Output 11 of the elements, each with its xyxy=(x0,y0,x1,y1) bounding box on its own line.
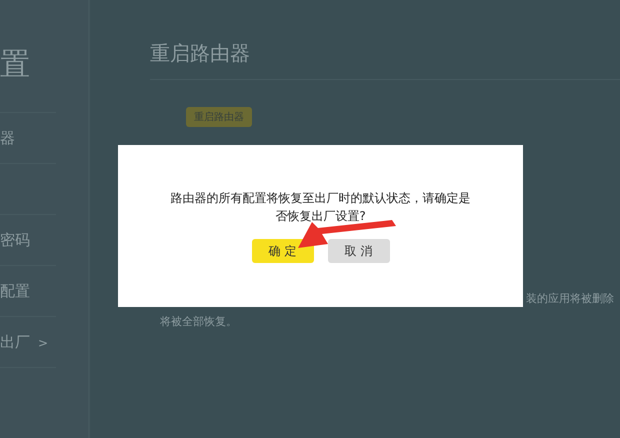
dialog-message: 路由器的所有配置将恢复至出厂时的默认状态，请确定是否恢复出厂设置? xyxy=(170,190,472,225)
confirm-button[interactable]: 确 定 xyxy=(252,239,314,263)
sidebar-item[interactable]: 出厂 > xyxy=(0,317,56,368)
sidebar-item[interactable]: 密码 xyxy=(0,215,56,266)
cancel-button[interactable]: 取 消 xyxy=(328,239,390,263)
sidebar-title: 置 xyxy=(0,42,56,113)
note-text: 装的应用将被删除 xyxy=(526,291,614,306)
section-heading: 重启路由器 xyxy=(150,40,620,80)
note-text: 将被全部恢复。 xyxy=(160,314,237,329)
sidebar-item[interactable]: 器 xyxy=(0,113,56,164)
sidebar-item[interactable]: 配置 xyxy=(0,266,56,317)
